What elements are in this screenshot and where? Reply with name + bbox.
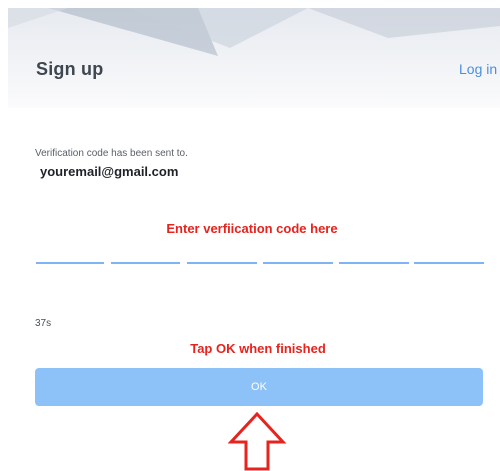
enter-code-annotation-text: Enter verfiication code here xyxy=(166,221,338,236)
code-digit-5[interactable] xyxy=(339,251,409,264)
page-title: Sign up xyxy=(36,59,104,79)
up-arrow-outline-icon xyxy=(228,412,287,471)
email-address: youremail@gmail.com xyxy=(40,164,179,179)
code-digit-6[interactable] xyxy=(414,251,484,264)
code-digit-2[interactable] xyxy=(111,251,180,264)
header-decoration xyxy=(8,8,500,56)
ok-button[interactable]: OK xyxy=(35,368,483,406)
login-link[interactable]: Log in xyxy=(459,61,497,77)
verification-code-input-group xyxy=(36,251,484,265)
code-digit-3[interactable] xyxy=(187,251,257,264)
header-banner: Sign up Log in xyxy=(8,8,500,108)
verification-sent-label: Verification code has been sent to. xyxy=(35,148,188,159)
enter-code-annotation: Enter verfiication code here xyxy=(0,221,500,236)
tap-ok-annotation: Tap OK when finished xyxy=(0,341,500,356)
code-digit-1[interactable] xyxy=(36,251,104,264)
tap-ok-annotation-text: Tap OK when finished xyxy=(190,341,326,356)
code-digit-4[interactable] xyxy=(263,251,333,264)
resend-countdown: 37s xyxy=(35,318,52,329)
signup-screen: Sign up Log in Verification code has bee… xyxy=(0,0,500,471)
